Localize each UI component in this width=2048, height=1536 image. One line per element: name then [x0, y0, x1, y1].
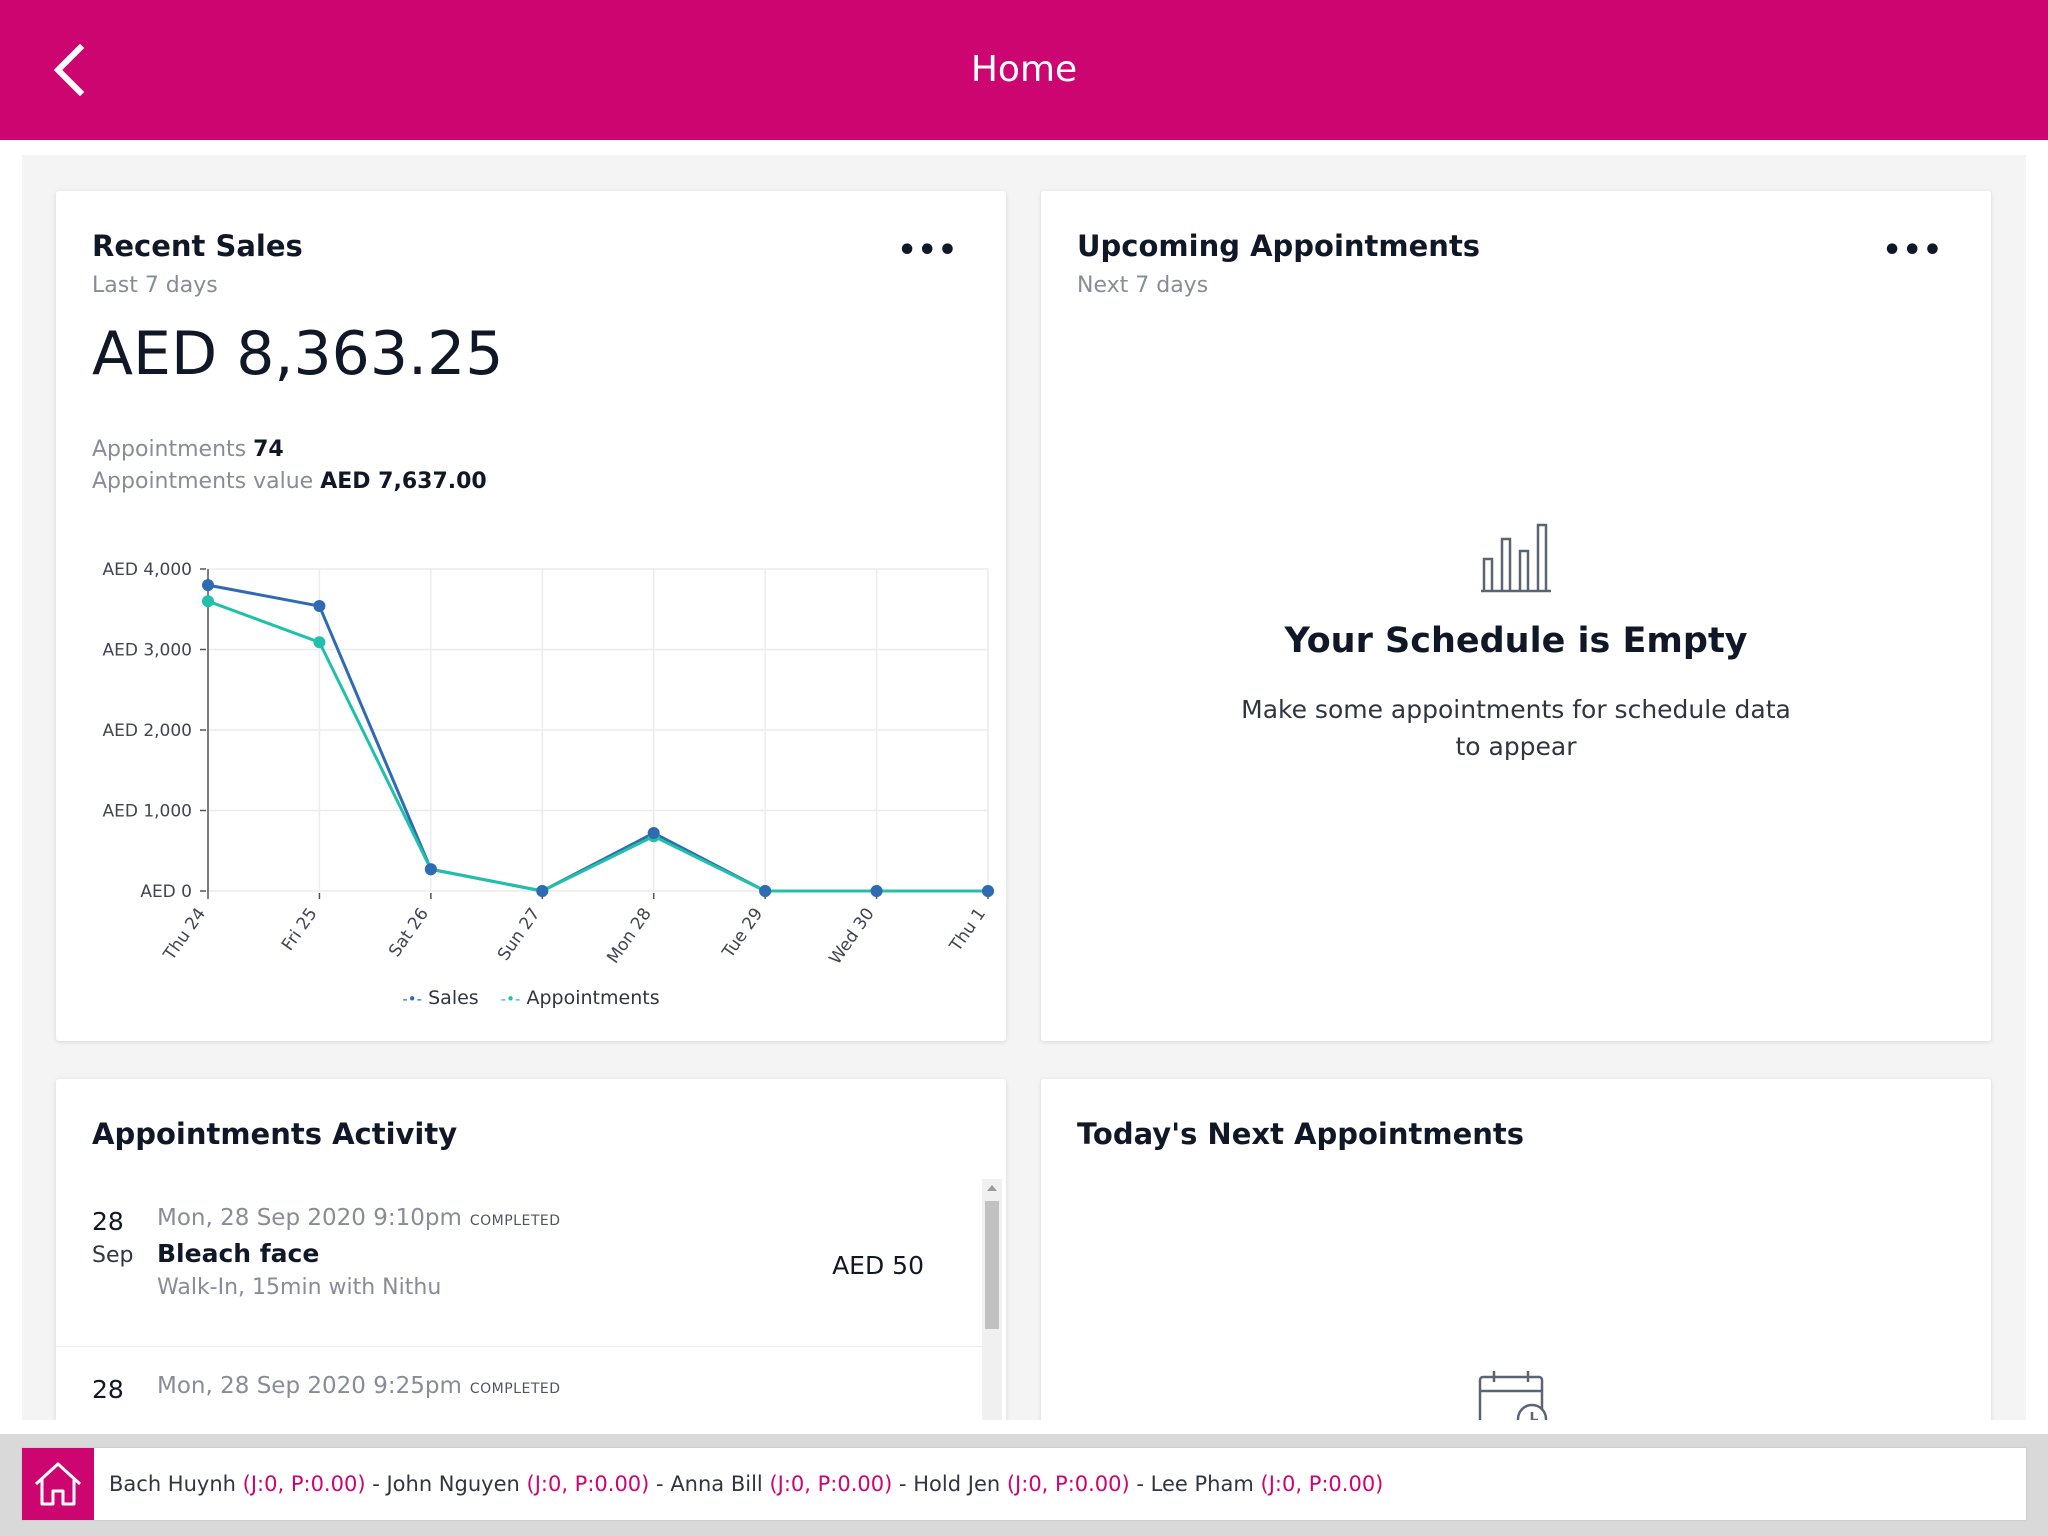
staff-name[interactable]: John Nguyen	[386, 1472, 519, 1496]
chart-legend: -•- Sales -•- Appointments	[56, 987, 1006, 1009]
x-tick-label: Thu 24	[159, 904, 210, 965]
data-point-appointments	[202, 595, 214, 608]
legend-item-sales[interactable]: -•- Sales	[402, 987, 478, 1009]
separator: -	[365, 1472, 387, 1496]
y-tick-label: AED 0	[140, 882, 192, 902]
data-point-sales	[870, 885, 883, 897]
activity-datetime: Mon, 28 Sep 2020 9:25pm COMPLETED	[157, 1373, 561, 1399]
x-tick-label: Mon 28	[603, 904, 655, 967]
separator: -	[1129, 1472, 1151, 1496]
recent-sales-card: Recent Sales Last 7 days ••• AED 8,363.2…	[56, 191, 1006, 1041]
ellipsis-icon: •••	[1882, 233, 1943, 268]
scroll-up-arrow-icon[interactable]	[987, 1185, 997, 1191]
series-line-appointments	[207, 599, 988, 893]
series-line-sales	[207, 583, 988, 893]
upcoming-appointments-card: Upcoming Appointments Next 7 days ••• Yo…	[1041, 191, 1991, 1041]
dashboard-content: Recent Sales Last 7 days ••• AED 8,363.2…	[22, 155, 2026, 1420]
legend-label: Appointments	[526, 987, 660, 1009]
bar-chart-icon	[1481, 523, 1551, 593]
todays-next-appointments-card: Today's Next Appointments	[1041, 1079, 1991, 1420]
activity-list[interactable]: 28 Sep Mon, 28 Sep 2020 9:10pm COMPLETED …	[56, 1179, 1006, 1420]
staff-name[interactable]: Hold Jen	[913, 1472, 1000, 1496]
activity-time: Mon, 28 Sep 2020 9:25pm	[157, 1373, 462, 1399]
card-title: Upcoming Appointments	[1077, 229, 1481, 263]
data-point-sales	[536, 885, 549, 897]
activity-month: Sep	[92, 1243, 134, 1268]
staff-stats: (J:0, P:0.00)	[526, 1472, 650, 1496]
service-name: Bleach face	[157, 1239, 320, 1268]
status-badge: COMPLETED	[469, 1381, 561, 1397]
y-tick-label: AED 2,000	[102, 721, 192, 741]
x-tick-label: Wed 30	[826, 904, 879, 968]
data-point-sales	[424, 863, 437, 876]
x-tick-label: Fri 25	[278, 904, 322, 954]
staff-summary-bar: Bach Huynh (J:0, P:0.00) - John Nguyen (…	[22, 1448, 2026, 1520]
empty-state-text: Make some appointments for schedule data…	[1241, 695, 1791, 761]
service-price: AED 50	[832, 1251, 924, 1280]
page-title: Home	[970, 49, 1078, 90]
activity-time: Mon, 28 Sep 2020 9:10pm	[157, 1205, 462, 1231]
staff-stats: (J:0, P:0.00)	[769, 1472, 893, 1496]
staff-name[interactable]: Bach Huynh	[109, 1472, 236, 1496]
data-point-appointments	[313, 636, 326, 649]
staff-stats: (J:0, P:0.00)	[1006, 1472, 1130, 1496]
more-options-button[interactable]: •••	[1882, 233, 1943, 268]
separator: -	[649, 1472, 671, 1496]
scroll-thumb[interactable]	[985, 1201, 999, 1329]
staff-name[interactable]: Lee Pham	[1151, 1472, 1254, 1496]
x-tick-label: Thu 1	[946, 904, 991, 956]
home-button[interactable]	[22, 1448, 94, 1520]
staff-name[interactable]: Anna Bill	[670, 1472, 762, 1496]
data-point-sales	[202, 579, 214, 592]
data-point-sales	[982, 885, 994, 897]
list-item[interactable]: 28 Mon, 28 Sep 2020 9:25pm COMPLETED	[56, 1347, 984, 1420]
empty-state-title: Your Schedule is Empty	[1284, 621, 1748, 661]
calendar-clock-icon	[1478, 1371, 1548, 1420]
legend-label: Sales	[428, 987, 479, 1009]
activity-day: 28	[92, 1375, 124, 1404]
x-tick-label: Tue 29	[718, 904, 767, 962]
card-title: Appointments Activity	[92, 1117, 458, 1151]
legend-item-appointments[interactable]: -•- Appointments	[501, 987, 660, 1009]
appointments-activity-card: Appointments Activity 28 Sep Mon, 28 Sep…	[56, 1079, 1006, 1420]
bottom-status-bar: Bach Huynh (J:0, P:0.00) - John Nguyen (…	[0, 1434, 2048, 1536]
top-app-bar: Home	[0, 0, 2048, 140]
activity-datetime: Mon, 28 Sep 2020 9:10pm COMPLETED	[157, 1205, 561, 1231]
y-tick-label: AED 3,000	[102, 641, 192, 661]
service-detail: Walk-In, 15min with Nithu	[157, 1275, 442, 1300]
staff-stats: (J:0, P:0.00)	[242, 1472, 366, 1496]
activity-day: 28	[92, 1207, 124, 1236]
activity-scrollbar[interactable]	[982, 1179, 1002, 1420]
separator: -	[892, 1472, 914, 1496]
line-marker-icon: -•-	[402, 990, 423, 1008]
y-tick-label: AED 1,000	[102, 802, 192, 822]
home-icon	[34, 1462, 82, 1506]
x-tick-label: Sat 26	[385, 904, 433, 960]
data-point-sales	[313, 600, 326, 613]
card-subtitle: Next 7 days	[1077, 273, 1209, 298]
sales-line-chart: AED 0 AED 1,000 AED 2,000 AED 3,000 AED 4,00…	[102, 560, 994, 968]
data-point-sales	[647, 827, 660, 840]
card-title: Today's Next Appointments	[1077, 1117, 1525, 1151]
y-tick-label: AED 4,000	[102, 560, 192, 580]
list-item[interactable]: 28 Sep Mon, 28 Sep 2020 9:10pm COMPLETED …	[56, 1179, 984, 1347]
staff-summary-line: Bach Huynh (J:0, P:0.00) - John Nguyen (…	[109, 1448, 1383, 1520]
data-point-sales	[759, 885, 772, 897]
x-tick-label: Sun 27	[494, 904, 544, 964]
staff-stats: (J:0, P:0.00)	[1260, 1472, 1384, 1496]
status-badge: COMPLETED	[469, 1213, 561, 1229]
line-marker-icon: -•-	[500, 990, 521, 1008]
